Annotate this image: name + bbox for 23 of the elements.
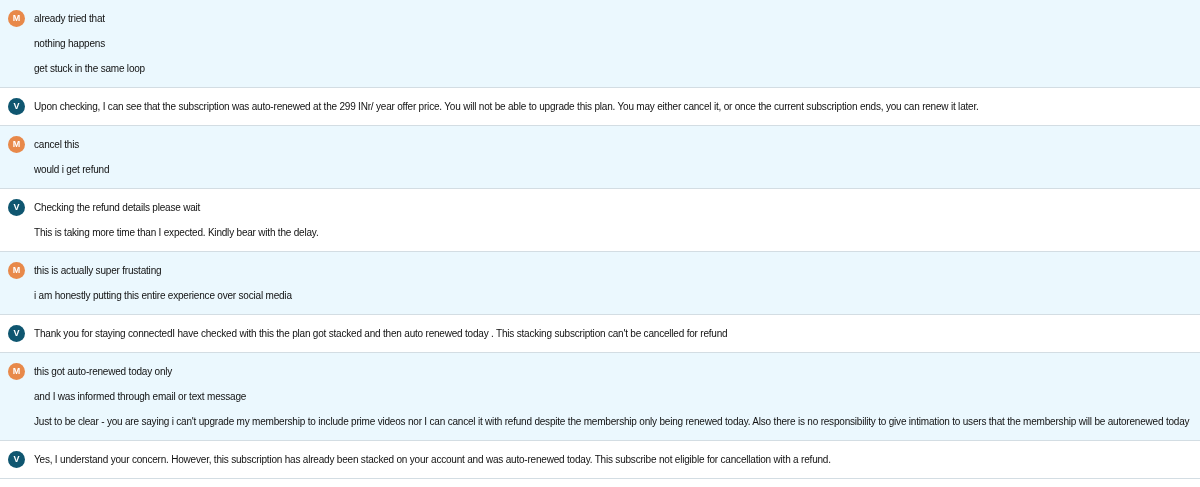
message-text: already tried that: [34, 12, 105, 26]
message-text: Yes, I understand your concern. However, this subscription has already been stacked on your account and was auto-renewed today. This subscribe not eligible for cancellation with a refund.: [34, 453, 831, 467]
message-text: would i get refund: [34, 163, 110, 177]
avatar: M: [8, 262, 25, 279]
avatar: V: [8, 199, 25, 216]
message-text: Checking the refund details please wait: [34, 201, 201, 215]
message-text: This is taking more time than I expected. Kindly bear with the delay.: [34, 226, 319, 240]
message-text: and I was informed through email or text message: [34, 390, 247, 404]
avatar: M: [8, 10, 25, 27]
message-text: cancel this: [34, 138, 80, 152]
message-text: i am honestly putting this entire experience over social media: [34, 289, 292, 303]
message-text: Just to be clear - you are saying i can't upgrade my membership to include prime videos nor I can cancel it with refund despite the membership only being renewed today. Also there is no responsibility to give intimation to users that the membership will be autorenewed today: [34, 415, 1190, 429]
message-text: Upon checking, I can see that the subscription was auto-renewed at the 299 INr/ year offer price. You will not be able to upgrade this plan. You may either cancel it, or once the current subscription ends, you can renew it later.: [34, 100, 979, 114]
avatar: V: [8, 98, 25, 115]
message-text: this got auto-renewed today only: [34, 365, 173, 379]
avatar: V: [8, 451, 25, 468]
message-text: Thank you for staying connectedI have checked with this the plan got stacked and then auto renewed today . This stacking subscription can't be cancelled for refund: [34, 327, 728, 341]
avatar: M: [8, 136, 25, 153]
message-text: nothing happens: [34, 37, 105, 51]
avatar: V: [8, 325, 25, 342]
message-text: get stuck in the same loop: [34, 62, 145, 76]
message-text: this is actually super frustating: [34, 264, 162, 278]
avatar: M: [8, 363, 25, 380]
